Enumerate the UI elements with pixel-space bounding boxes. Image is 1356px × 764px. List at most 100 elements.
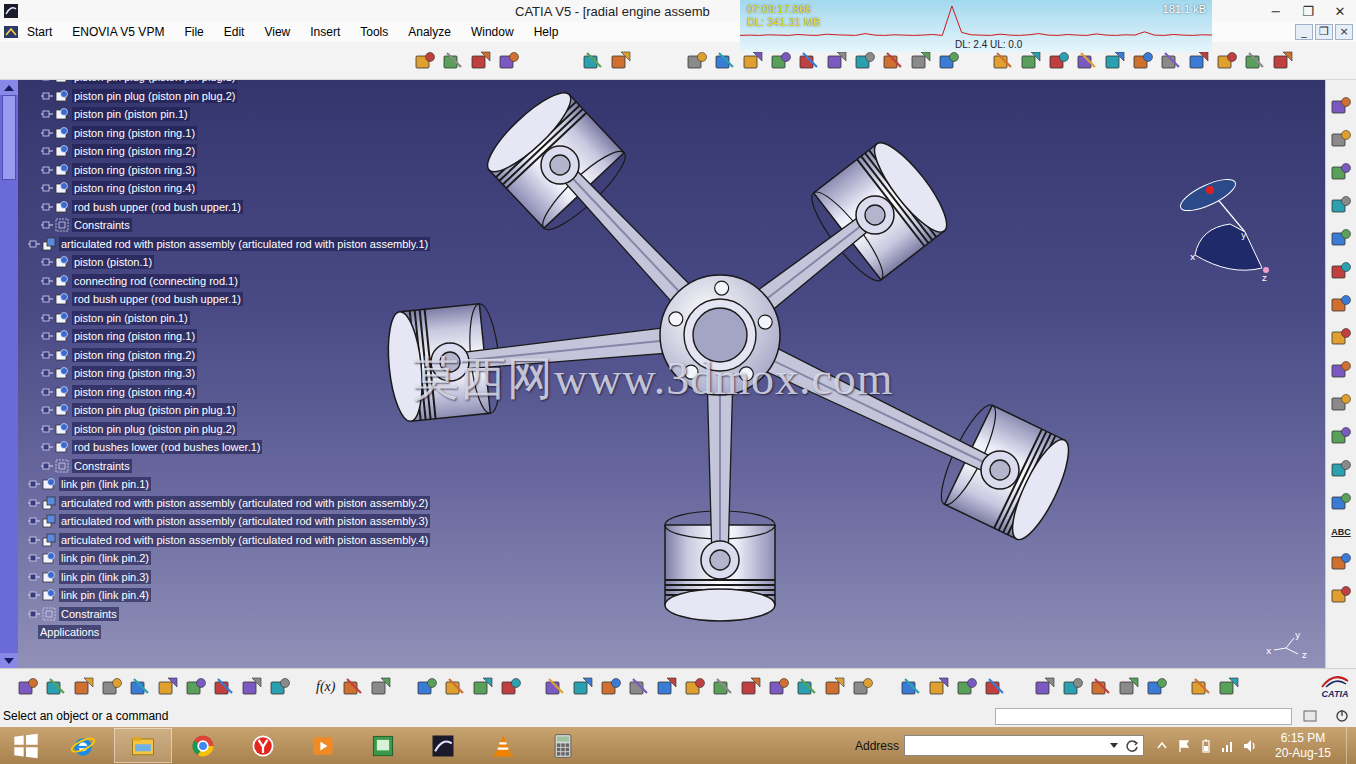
tree-node[interactable]: piston ring (piston ring.3) [18, 364, 197, 383]
piston[interactable] [932, 399, 1079, 546]
tree-node-label[interactable]: piston pin (piston pin.1) [72, 311, 190, 325]
tree-node[interactable]: Applications [18, 623, 101, 642]
tree-node-label[interactable]: piston ring (piston ring.1) [72, 126, 197, 140]
tree-connector-icon[interactable] [28, 497, 40, 509]
tree-node[interactable]: piston ring (piston ring.1) [18, 124, 197, 143]
toolbar-button-icon[interactable] [767, 675, 791, 699]
tree-connector-icon[interactable] [28, 534, 40, 546]
toolbar-button-icon[interactable] [1329, 160, 1353, 184]
start-icon[interactable] [3, 24, 19, 40]
toolbar-button-icon[interactable] [1145, 675, 1169, 699]
tree-node-label[interactable]: articulated rod with piston assembly (ar… [59, 496, 430, 510]
toolbar-button-icon[interactable] [609, 49, 633, 73]
toolbar-button-icon[interactable] [1329, 325, 1353, 349]
toolbar-button-icon[interactable] [341, 675, 365, 699]
toolbar-button-icon[interactable] [413, 49, 437, 73]
toolbar-button-icon[interactable] [72, 675, 96, 699]
tree-node[interactable]: piston ring (piston ring.1) [18, 327, 197, 346]
toolbar-button-icon[interactable] [713, 49, 737, 73]
tree-node-label[interactable]: Constraints [72, 459, 132, 473]
window-control-button[interactable]: − [1260, 0, 1292, 22]
toolbar-button-icon[interactable] [100, 675, 124, 699]
toolbar-button-icon[interactable] [1329, 358, 1353, 382]
tree-connector-icon[interactable] [41, 293, 53, 305]
toolbar-button-icon[interactable] [1329, 490, 1353, 514]
toolbar-button-icon[interactable] [881, 49, 905, 73]
text-tool-button[interactable]: ABC [1331, 523, 1351, 541]
start-button[interactable] [0, 732, 52, 760]
scroll-thumb[interactable] [2, 95, 16, 180]
toolbar-button-icon[interactable] [851, 675, 875, 699]
tree-connector-icon[interactable] [41, 80, 53, 83]
document-control-button[interactable]: ❐ [1315, 24, 1333, 40]
toolbar-button-icon[interactable] [471, 675, 495, 699]
toolbar-button-icon[interactable] [1047, 49, 1071, 73]
toolbar-button-icon[interactable] [1271, 49, 1295, 73]
tree-node-label[interactable]: link pin (link pin.1) [59, 477, 151, 491]
toolbar-button-icon[interactable] [1217, 675, 1241, 699]
toolbar-button-icon[interactable] [795, 675, 819, 699]
tree-node-label[interactable]: piston ring (piston ring.4) [72, 385, 197, 399]
scroll-down-button[interactable] [0, 653, 18, 668]
3d-viewport[interactable]: piston pin plug (piston pin plug.1) pisto… [18, 80, 1325, 668]
menu-item[interactable]: Start [19, 25, 59, 39]
taskbar-app[interactable] [354, 728, 412, 763]
tree-node[interactable]: piston (piston.1) [18, 253, 154, 272]
tree-connector-icon[interactable] [41, 367, 53, 379]
piston-pin-boss[interactable] [981, 451, 1019, 489]
tree-connector-icon[interactable] [28, 552, 40, 564]
toolbar-button-icon[interactable] [240, 675, 264, 699]
tree-connector-icon[interactable] [41, 201, 53, 213]
toolbar-button-icon[interactable] [1329, 259, 1353, 283]
tree-node[interactable]: Constraints [18, 216, 132, 235]
toolbar-button-icon[interactable] [581, 49, 605, 73]
menu-item[interactable]: ENOVIA V5 VPM [64, 25, 171, 39]
tree-connector-icon[interactable] [28, 515, 40, 527]
menu-item[interactable]: Tools [352, 25, 395, 39]
toolbar-button-icon[interactable] [1329, 457, 1353, 481]
network-icon[interactable] [1220, 738, 1236, 754]
address-dropdown-button[interactable] [1107, 743, 1121, 748]
tree-node[interactable]: rod bushes lower (rod bushes lower.1) [18, 438, 262, 457]
toolbar-button-icon[interactable] [1019, 49, 1043, 73]
toolbar-button-icon[interactable] [1103, 49, 1127, 73]
tree-node[interactable]: articulated rod with piston assembly (ar… [18, 494, 430, 513]
toolbar-button-icon[interactable] [184, 675, 208, 699]
toolbar-button-icon[interactable] [1159, 49, 1183, 73]
show-desktop-button[interactable] [1346, 727, 1356, 764]
toolbar-button-icon[interactable] [1329, 226, 1353, 250]
toolbar-button-icon[interactable] [128, 675, 152, 699]
tree-node[interactable]: piston ring (piston ring.2) [18, 346, 197, 365]
toolbar-button-icon[interactable] [1329, 424, 1353, 448]
tree-node-label[interactable]: piston pin plug (piston pin plug.1) [72, 80, 237, 84]
tree-node-label[interactable]: link pin (link pin.4) [59, 588, 151, 602]
tree-connector-icon[interactable] [28, 478, 40, 490]
toolbar-button-icon[interactable] [825, 49, 849, 73]
tree-node-label[interactable]: rod bushes lower (rod bushes lower.1) [72, 440, 262, 454]
toolbar-button-icon[interactable] [797, 49, 821, 73]
toolbar-button-icon[interactable] [369, 675, 393, 699]
tree-node-label[interactable]: piston ring (piston ring.4) [72, 181, 197, 195]
tree-node[interactable]: connecting rod (connecting rod.1) [18, 272, 240, 291]
toolbar-button-icon[interactable] [1187, 49, 1211, 73]
tree-node[interactable]: rod bush upper (rod bush upper.1) [18, 198, 243, 217]
document-control-button[interactable]: × [1335, 24, 1353, 40]
tree-node[interactable]: piston ring (piston ring.3) [18, 161, 197, 180]
menu-item[interactable]: Insert [302, 25, 347, 39]
toolbar-button-icon[interactable] [571, 675, 595, 699]
toolbar-button-icon[interactable] [1329, 127, 1353, 151]
tree-node-label[interactable]: piston pin plug (piston pin plug.2) [72, 422, 237, 436]
tree-node[interactable]: piston ring (piston ring.4) [18, 383, 197, 402]
piston-pin-boss[interactable] [701, 541, 739, 579]
tree-node-label[interactable]: articulated rod with piston assembly (ar… [59, 237, 430, 251]
toolbar-button-icon[interactable] [683, 675, 707, 699]
tree-node[interactable]: Constraints [18, 605, 119, 624]
tree-node[interactable]: piston pin (piston pin.1) [18, 105, 190, 124]
tree-scrollbar[interactable] [0, 80, 18, 668]
menu-item[interactable]: Help [526, 25, 566, 39]
tree-node[interactable]: link pin (link pin.4) [18, 586, 151, 605]
scroll-up-button[interactable] [0, 80, 18, 95]
toolbar-button-icon[interactable] [711, 675, 735, 699]
tree-node-label[interactable]: piston ring (piston ring.3) [72, 366, 197, 380]
toolbar-button-icon[interactable] [769, 49, 793, 73]
